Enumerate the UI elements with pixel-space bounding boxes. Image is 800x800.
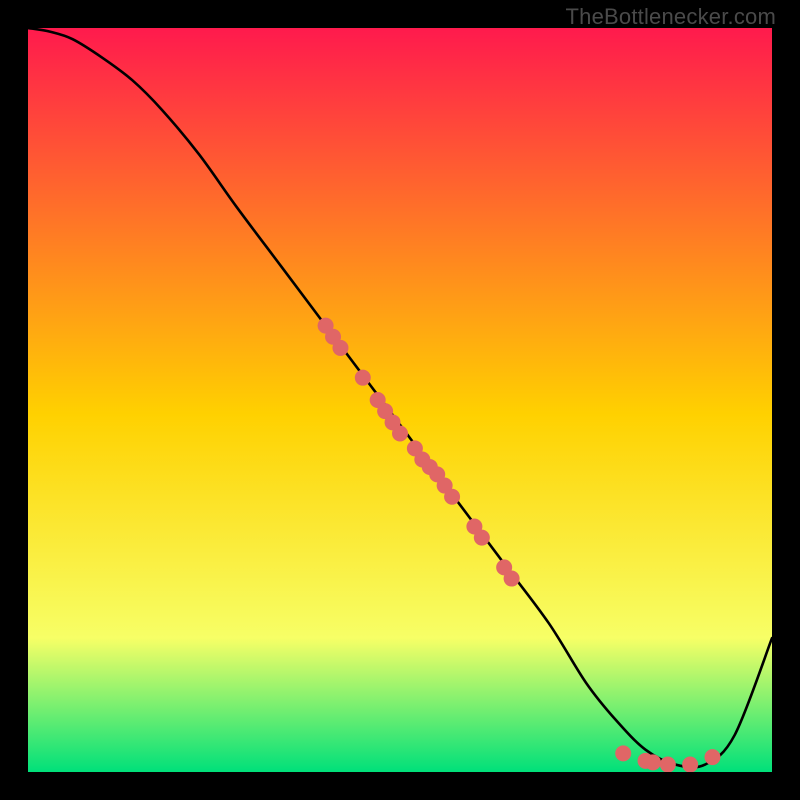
gradient-background — [28, 28, 772, 772]
data-marker — [704, 749, 720, 765]
data-marker — [504, 571, 520, 587]
data-marker — [645, 754, 661, 770]
chart-stage: TheBottlenecker.com — [0, 0, 800, 800]
data-marker — [474, 530, 490, 546]
plot-area — [28, 28, 772, 772]
data-marker — [660, 757, 676, 772]
data-marker — [332, 340, 348, 356]
chart-svg — [28, 28, 772, 772]
data-marker — [444, 489, 460, 505]
data-marker — [392, 425, 408, 441]
data-marker — [615, 745, 631, 761]
data-marker — [682, 757, 698, 772]
data-marker — [355, 370, 371, 386]
watermark-text: TheBottlenecker.com — [566, 4, 776, 30]
